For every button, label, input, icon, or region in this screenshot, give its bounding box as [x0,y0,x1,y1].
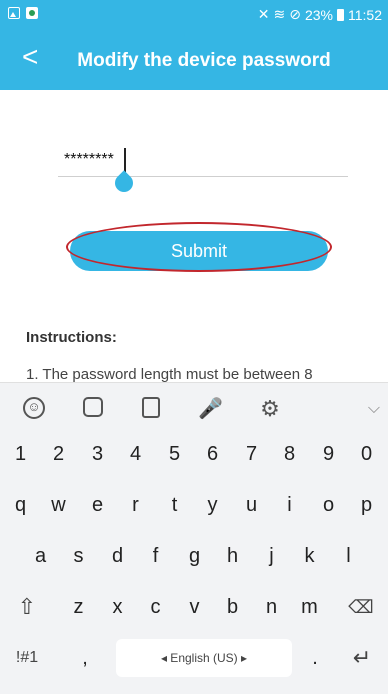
key[interactable]: b [214,585,251,629]
key[interactable]: f [137,534,174,578]
wifi-icon: ≋ [273,6,286,22]
key[interactable]: 2 [40,432,77,476]
key[interactable]: h [214,534,251,578]
password-value: ******** [64,151,114,168]
key[interactable]: e [79,483,116,527]
key[interactable]: r [117,483,154,527]
key[interactable]: c [137,585,174,629]
emoji-icon[interactable]: ☺ [23,397,45,419]
key[interactable]: s [60,534,97,578]
battery-icon [337,8,344,21]
space-key[interactable]: ◂ English (US) ▸ [116,639,292,677]
key[interactable]: t [156,483,193,527]
instructions-line-1: 1. The password length must be between 8 [26,366,313,383]
clock: 11:52 [348,6,382,23]
number-row: 1 2 3 4 5 6 7 8 9 0 [0,432,388,476]
sticker-icon[interactable] [83,397,103,417]
period-key[interactable]: . [300,636,330,680]
key[interactable]: q [2,483,39,527]
key[interactable]: g [176,534,213,578]
symbols-key[interactable]: !#1 [4,636,50,680]
key[interactable]: n [253,585,290,629]
key[interactable]: y [194,483,231,527]
app-notification-icon [26,7,38,19]
key[interactable]: 5 [156,432,193,476]
settings-gear-icon[interactable]: ⚙ [258,397,282,421]
key[interactable]: 6 [194,432,231,476]
chevron-down-icon[interactable]: ⌵ [362,397,386,421]
gallery-notification-icon [8,7,20,19]
key[interactable]: v [176,585,213,629]
key[interactable]: 0 [348,432,385,476]
battery-percent: 23% [304,6,333,23]
keyboard-toolbar: ☺ 🎤 ⚙ ⌵ [0,383,388,433]
key[interactable]: 3 [79,432,116,476]
key[interactable]: w [40,483,77,527]
key[interactable]: i [271,483,308,527]
bottom-row: !#1 , ◂ English (US) ▸ . ↵ [0,636,388,680]
key[interactable]: a [22,534,59,578]
soft-keyboard: ☺ 🎤 ⚙ ⌵ 1 2 3 4 5 6 7 8 9 0 q w e r t y … [0,382,388,694]
status-bar: ✕ ≋ ⊘ 23% 11:52 [0,0,388,30]
backspace-icon[interactable]: ⌫ [336,585,386,629]
instructions-title: Instructions: [26,329,117,346]
submit-area: Submit [66,222,334,274]
key[interactable]: k [291,534,328,578]
key[interactable]: l [330,534,367,578]
key[interactable]: 7 [233,432,270,476]
key[interactable]: 9 [310,432,347,476]
shift-icon[interactable]: ⇧ [2,585,52,629]
key[interactable]: x [99,585,136,629]
asdf-row: a s d f g h j k l [0,534,388,578]
clipboard-icon[interactable] [142,397,160,418]
key[interactable]: 4 [117,432,154,476]
page-title: Modify the device password [77,50,331,71]
dnd-icon: ⊘ [289,6,301,22]
enter-icon[interactable]: ↵ [340,636,384,680]
microphone-icon[interactable]: 🎤 [198,397,223,421]
qwerty-row: q w e r t y u i o p [0,483,388,527]
submit-button[interactable]: Submit [70,231,328,271]
key[interactable]: m [291,585,328,629]
mute-icon: ✕ [257,6,270,22]
key[interactable]: 1 [2,432,39,476]
key[interactable]: j [253,534,290,578]
key[interactable]: p [348,483,385,527]
app-bar: < Modify the device password [0,30,388,90]
key[interactable]: 8 [271,432,308,476]
password-input[interactable]: ******** [58,148,348,177]
key[interactable]: z [60,585,97,629]
zxcv-row: ⇧ z x c v b n m ⌫ [0,585,388,629]
key[interactable]: o [310,483,347,527]
comma-key[interactable]: , [70,636,100,680]
key[interactable]: u [233,483,270,527]
key[interactable]: d [99,534,136,578]
